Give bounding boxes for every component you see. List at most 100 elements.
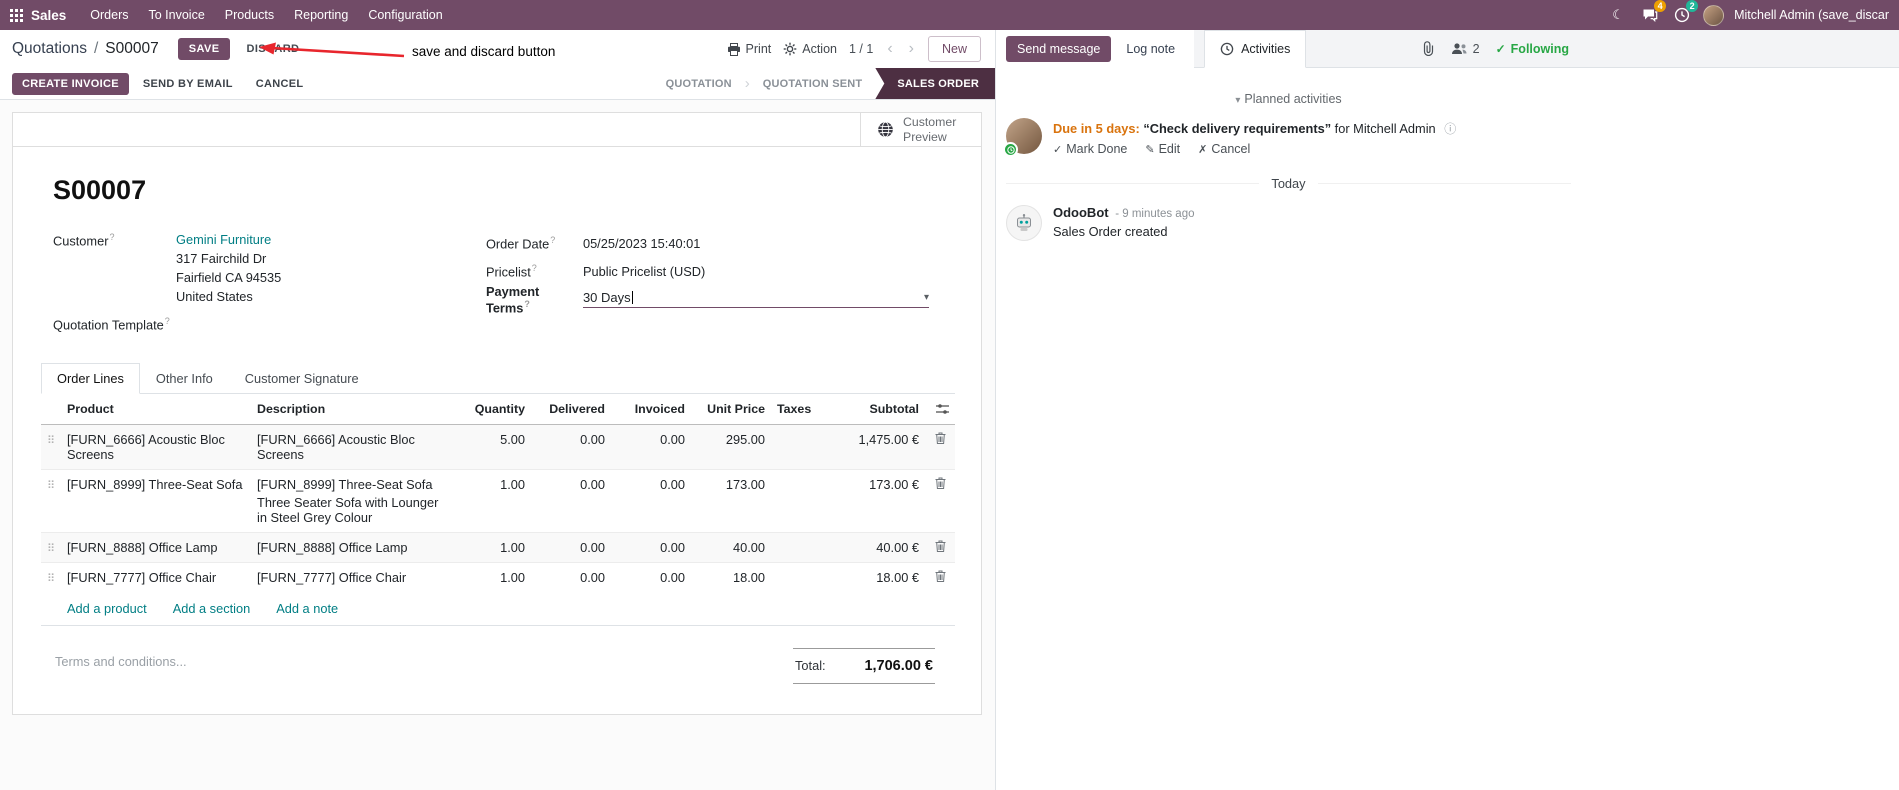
create-invoice-button[interactable]: CREATE INVOICE: [12, 72, 129, 95]
chatter-header: Send message Log note Activities 2 ✓ Fol…: [996, 30, 1899, 68]
app-brand-sales[interactable]: Sales: [31, 8, 66, 23]
order-date-field[interactable]: 05/25/2023 15:40:01: [583, 234, 929, 251]
message-header: OdooBot - 9 minutes ago: [1053, 205, 1194, 220]
gear-icon: [783, 42, 797, 56]
clock-icon: [1220, 42, 1234, 56]
delete-line-icon[interactable]: [935, 570, 946, 583]
control-panel: Quotations / S00007 SAVE DISCARD Print A…: [0, 30, 995, 68]
breadcrumb-separator: /: [93, 40, 99, 57]
add-section-link[interactable]: Add a section: [173, 601, 251, 616]
log-note-button[interactable]: Log note: [1117, 36, 1184, 62]
check-icon: ✓: [1053, 143, 1063, 156]
order-line-row[interactable]: ⠿ [FURN_6666] Acoustic Bloc Screens [FUR…: [41, 424, 955, 470]
order-line-row[interactable]: ⠿ [FURN_8999] Three-Seat Sofa [FURN_8999…: [41, 469, 955, 533]
add-note-link[interactable]: Add a note: [276, 601, 338, 616]
total-summary: Total: 1,706.00 €: [793, 648, 935, 685]
customer-link[interactable]: Gemini Furniture: [176, 232, 271, 247]
globe-icon: [878, 121, 893, 138]
add-product-link[interactable]: Add a product: [67, 601, 147, 616]
col-invoiced[interactable]: Invoiced: [611, 394, 691, 426]
mark-done-button[interactable]: ✓ Mark Done: [1053, 142, 1127, 156]
following-button[interactable]: ✓ Following: [1496, 42, 1569, 56]
menu-configuration[interactable]: Configuration: [358, 0, 452, 30]
tab-order-lines[interactable]: Order Lines: [41, 363, 140, 395]
order-line-row[interactable]: ⠿ [FURN_8888] Office Lamp [FURN_8888] Of…: [41, 532, 955, 563]
paperclip-icon[interactable]: [1422, 41, 1435, 56]
pager-previous-icon[interactable]: ‹: [885, 41, 894, 57]
delete-line-icon[interactable]: [935, 432, 946, 445]
table-header-row: Product Description Quantity Delivered I…: [41, 394, 955, 426]
info-icon[interactable]: ⓘ: [1444, 122, 1456, 136]
drag-handle-icon[interactable]: ⠿: [47, 480, 55, 492]
table-footer-links: Add a product Add a section Add a note: [41, 592, 955, 627]
robot-icon: [1017, 214, 1031, 231]
user-name[interactable]: Mitchell Admin (save_discar: [1734, 8, 1889, 22]
menu-products[interactable]: Products: [215, 0, 284, 30]
apps-grid-icon[interactable]: [10, 8, 23, 22]
drag-handle-icon[interactable]: ⠿: [47, 573, 55, 585]
new-button[interactable]: New: [927, 36, 981, 62]
state-sales-order-active[interactable]: SALES ORDER: [875, 68, 995, 99]
menu-reporting[interactable]: Reporting: [284, 0, 358, 30]
col-quantity[interactable]: Quantity: [449, 394, 531, 426]
terms-placeholder[interactable]: Terms and conditions...: [55, 640, 187, 684]
chevron-down-icon[interactable]: ▾: [924, 292, 929, 303]
menu-orders[interactable]: Orders: [80, 0, 138, 30]
send-by-email-button[interactable]: SEND BY EMAIL: [134, 73, 242, 95]
tab-activities[interactable]: Activities: [1204, 30, 1307, 68]
save-button[interactable]: SAVE: [177, 38, 231, 60]
statusbar: CREATE INVOICE SEND BY EMAIL CANCEL QUOT…: [0, 68, 995, 100]
followers-button[interactable]: 2: [1451, 42, 1480, 56]
order-line-row[interactable]: ⠿ [FURN_7777] Office Chair [FURN_7777] O…: [41, 562, 955, 593]
menu-to-invoice[interactable]: To Invoice: [138, 0, 214, 30]
print-button[interactable]: Print: [727, 42, 771, 56]
col-product[interactable]: Product: [61, 394, 251, 426]
total-label: Total:: [795, 658, 826, 674]
col-delivered[interactable]: Delivered: [531, 394, 611, 426]
activities-clock-icon[interactable]: 2: [1671, 0, 1699, 26]
pricelist-field[interactable]: Public Pricelist (USD): [583, 262, 929, 279]
pager-next-icon[interactable]: ›: [907, 41, 916, 57]
quotation-template-field[interactable]: [213, 314, 486, 316]
state-quotation-sent[interactable]: QUOTATION SENT: [750, 68, 876, 99]
breadcrumb-quotations[interactable]: Quotations: [12, 40, 87, 58]
status-pipeline: QUOTATION › QUOTATION SENT SALES ORDER: [653, 68, 995, 99]
drag-handle-icon[interactable]: ⠿: [47, 543, 55, 555]
messages-badge: 4: [1654, 0, 1667, 12]
action-button[interactable]: Action: [783, 42, 837, 56]
pencil-icon: ✎: [1145, 143, 1155, 156]
col-subtotal[interactable]: Subtotal: [829, 394, 925, 426]
activities-badge: 2: [1686, 0, 1699, 12]
cancel-button[interactable]: CANCEL: [247, 73, 313, 95]
activity-clock-badge-icon: [1003, 142, 1018, 157]
followers-icon: [1451, 43, 1467, 54]
drag-handle-icon[interactable]: ⠿: [47, 435, 55, 447]
text-cursor: [631, 290, 633, 304]
message-body: Sales Order created: [1053, 224, 1168, 239]
customer-preview-button[interactable]: Customer Preview: [860, 113, 981, 146]
col-unit-price[interactable]: Unit Price: [691, 394, 771, 426]
payment-terms-field[interactable]: 30 Days ▾: [582, 290, 929, 308]
tab-customer-signature[interactable]: Customer Signature: [229, 363, 375, 394]
delete-line-icon[interactable]: [935, 477, 946, 490]
col-description[interactable]: Description: [251, 394, 449, 426]
record-name: S00007: [53, 175, 147, 205]
discard-button[interactable]: DISCARD: [237, 38, 308, 60]
send-message-button[interactable]: Send message: [1006, 36, 1112, 62]
date-divider: Today: [1006, 176, 1571, 191]
form-view-content: Customer Preview S00007 Customer? Gemini…: [0, 100, 995, 790]
quotation-template-label: Quotation Template?: [53, 316, 170, 333]
moon-icon[interactable]: ☾: [1607, 4, 1629, 26]
optional-columns-icon[interactable]: [936, 403, 949, 415]
message-author[interactable]: OdooBot: [1053, 205, 1109, 220]
state-quotation[interactable]: QUOTATION: [653, 68, 745, 99]
edit-activity-button[interactable]: ✎ Edit: [1145, 142, 1180, 156]
tab-other-info[interactable]: Other Info: [140, 363, 229, 394]
caret-down-icon: ▾: [1235, 95, 1241, 106]
planned-activities-toggle[interactable]: ▾ Planned activities: [1006, 92, 1571, 106]
messages-icon[interactable]: 4: [1639, 0, 1667, 26]
user-avatar[interactable]: [1703, 4, 1725, 26]
cancel-activity-button[interactable]: ✗ Cancel: [1198, 142, 1250, 156]
delete-line-icon[interactable]: [935, 540, 946, 553]
col-taxes[interactable]: Taxes: [771, 394, 829, 426]
